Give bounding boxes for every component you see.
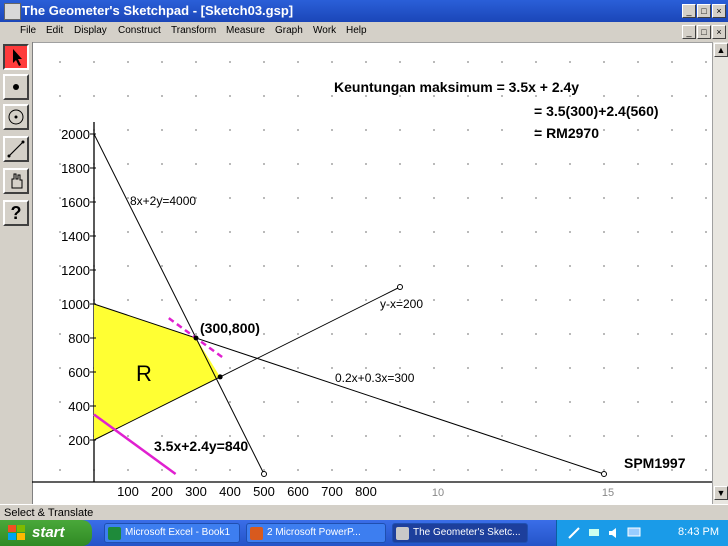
x-tick-label: 700 (321, 484, 343, 499)
taskbar-excel-label: Microsoft Excel - Book1 (125, 527, 231, 538)
line-label-02x03x[interactable]: 0.2x+0.3x=300 (335, 371, 415, 385)
y-tick-label: 800 (68, 331, 90, 346)
line-label-8x2y[interactable]: 8x+2y=4000 (130, 194, 196, 208)
menu-bar: File Edit Display Construct Transform Me… (0, 22, 728, 43)
line-icon (7, 140, 25, 158)
hand-icon (11, 173, 23, 189)
y-tick-label: 1200 (61, 263, 90, 278)
y-tick-label: 1800 (61, 161, 90, 176)
windows-logo-icon (8, 525, 25, 540)
doc-restore-button[interactable]: □ (697, 25, 711, 39)
pen-icon[interactable] (567, 526, 581, 540)
taskbar-sketchpad[interactable]: The Geometer's Sketc... (392, 523, 528, 543)
menu-help[interactable]: Help (346, 25, 367, 36)
taskbar: start Microsoft Excel - Book1 2 Microsof… (0, 520, 728, 546)
start-button[interactable]: start (0, 520, 92, 546)
sketchpad-icon (396, 527, 409, 540)
y-tick-label: 2000 (61, 127, 90, 142)
grid-x-tick-label: 10 (432, 487, 444, 499)
source-label[interactable]: SPM1997 (624, 455, 686, 471)
menu-display[interactable]: Display (74, 25, 107, 36)
line-8x-2y-4000-endpoint[interactable] (261, 471, 267, 477)
app-icon[interactable] (4, 3, 21, 20)
menu-measure[interactable]: Measure (226, 25, 265, 36)
vertical-scrollbar[interactable]: ▲ ▼ (712, 42, 728, 504)
menu-transform[interactable]: Transform (171, 25, 216, 36)
region-label[interactable]: R (136, 361, 152, 386)
x-tick-label: 600 (287, 484, 309, 499)
y-tick-label: 400 (68, 399, 90, 414)
optimum-point[interactable] (193, 335, 199, 341)
taskbar-powerpoint[interactable]: 2 Microsoft PowerP... (246, 523, 386, 543)
status-bar: Select & Translate (0, 504, 728, 521)
menu-edit[interactable]: Edit (46, 25, 63, 36)
taskbar-sketchpad-label: The Geometer's Sketc... (413, 527, 521, 538)
menu-work[interactable]: Work (313, 25, 336, 36)
taskbar-powerpoint-label: 2 Microsoft PowerP... (267, 527, 361, 538)
close-button[interactable]: × (712, 4, 726, 18)
text-tool[interactable] (3, 168, 29, 194)
speaker-icon[interactable] (607, 526, 621, 540)
point-tool[interactable] (3, 74, 29, 100)
y-tick-label: 1400 (61, 229, 90, 244)
line-label-objective[interactable]: 3.5x+2.4y=840 (154, 438, 248, 454)
monitor-icon[interactable] (627, 526, 641, 540)
x-tick-label: 800 (355, 484, 377, 499)
line-02x-03x-300-endpoint[interactable] (601, 471, 607, 477)
compass-tool[interactable] (3, 104, 29, 130)
profit-text-line1[interactable]: Keuntungan maksimum = 3.5x + 2.4y (334, 79, 579, 95)
network-icon[interactable] (587, 526, 601, 540)
help-tool[interactable]: ? (3, 200, 29, 226)
title-bar: The Geometer's Sketchpad - [Sketch03.gsp… (0, 0, 728, 22)
x-tick-label: 400 (219, 484, 241, 499)
scroll-up-button[interactable]: ▲ (714, 43, 728, 57)
menu-graph[interactable]: Graph (275, 25, 303, 36)
x-tick-label: 500 (253, 484, 275, 499)
menu-file[interactable]: File (20, 25, 36, 36)
doc-minimize-button[interactable]: _ (682, 25, 696, 39)
grid-dots (59, 61, 707, 471)
minimize-button[interactable]: _ (682, 4, 696, 18)
clock: 8:43 PM (678, 526, 719, 538)
scroll-down-button[interactable]: ▼ (714, 486, 728, 500)
x-tick-label: 300 (185, 484, 207, 499)
y-tick-label: 1000 (61, 297, 90, 312)
toolbox: ? (0, 42, 33, 504)
straightedge-tool[interactable] (3, 136, 29, 162)
y-tick-label: 1600 (61, 195, 90, 210)
excel-icon (108, 527, 121, 540)
optimum-point-label[interactable]: (300,800) (200, 320, 260, 336)
powerpoint-icon (250, 527, 263, 540)
doc-close-button[interactable]: × (712, 25, 726, 39)
x-tick-label: 100 (117, 484, 139, 499)
x-tick-label: 200 (151, 484, 173, 499)
y-tick-label: 200 (68, 433, 90, 448)
y-tick-label: 600 (68, 365, 90, 380)
start-label: start (32, 524, 65, 541)
point-icon (13, 84, 19, 90)
profit-text-line2[interactable]: = 3.5(300)+2.4(560) (534, 103, 659, 119)
profit-text-line3[interactable]: = RM2970 (534, 125, 599, 141)
selection-arrow-tool[interactable] (3, 44, 29, 70)
line-label-y-x[interactable]: y-x=200 (380, 297, 423, 311)
line-y-minus-x-200-endpoint[interactable] (397, 284, 403, 290)
system-tray: 8:43 PM (556, 520, 728, 546)
taskbar-excel[interactable]: Microsoft Excel - Book1 (104, 523, 240, 543)
maximize-button[interactable]: □ (697, 4, 711, 18)
arrow-icon (13, 49, 22, 66)
sketch-canvas[interactable]: 200018001600140012001000800600400200 100… (32, 42, 712, 504)
grid-x-tick-label: 15 (602, 487, 614, 499)
window-title: The Geometer's Sketchpad - [Sketch03.gsp… (22, 3, 294, 18)
menu-construct[interactable]: Construct (118, 25, 161, 36)
status-text: Select & Translate (4, 507, 94, 519)
circle-icon (8, 109, 24, 125)
vertex-point[interactable] (217, 374, 223, 380)
